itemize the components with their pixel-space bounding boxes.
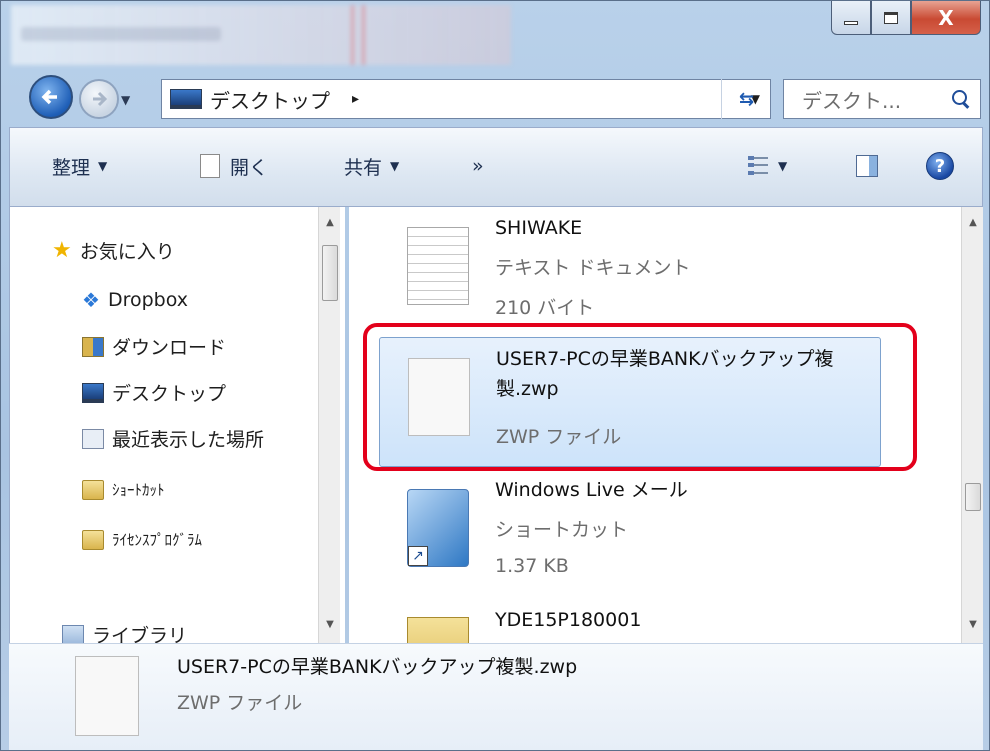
file-name: YDE15P180001 bbox=[495, 609, 642, 631]
document-icon bbox=[200, 154, 220, 178]
minimize-button[interactable] bbox=[831, 1, 871, 35]
chevron-down-icon: ▼ bbox=[778, 159, 788, 173]
more-label: » bbox=[472, 155, 484, 177]
nav-item-desktop[interactable]: デスクトップ bbox=[82, 379, 226, 406]
search-icon[interactable] bbox=[952, 90, 970, 108]
nav-item-recent-places[interactable]: 最近表示した場所 bbox=[82, 425, 264, 452]
help-button[interactable]: ? bbox=[926, 148, 954, 184]
file-type: ZWP ファイル bbox=[496, 426, 622, 448]
file-list-pane: SHIWAKE テキスト ドキュメント 210 バイト USER7-PCの早業B… bbox=[349, 207, 983, 643]
nav-favorites[interactable]: ★ お気に入り bbox=[52, 237, 175, 264]
folder-icon bbox=[82, 479, 104, 500]
navigation-pane: ★ お気に入り ❖ Dropbox ダウンロード デスクトップ 最近表示した場所… bbox=[9, 207, 345, 643]
file-item-windows-live-mail[interactable]: ↗ Windows Live メール ショートカット 1.37 KB bbox=[379, 469, 881, 599]
share-label: 共有 bbox=[344, 156, 383, 179]
preview-pane-icon bbox=[856, 155, 878, 177]
recent-places-icon bbox=[82, 428, 104, 449]
scrollbar-thumb[interactable] bbox=[322, 245, 338, 301]
nav-item-license-programs[interactable]: ﾗｲｾﾝｽﾌﾟﾛｸﾞﾗﾑ bbox=[82, 529, 202, 550]
star-icon: ★ bbox=[52, 237, 72, 263]
minimize-icon bbox=[844, 20, 858, 25]
nav-item-label: Dropbox bbox=[107, 289, 188, 311]
search-placeholder: デスクト... bbox=[802, 88, 902, 113]
forward-arrow-icon bbox=[93, 91, 108, 107]
nav-item-label: ﾗｲｾﾝｽﾌﾟﾛｸﾞﾗﾑ bbox=[112, 531, 203, 549]
nav-item-label: デスクトップ bbox=[112, 383, 227, 405]
blank-file-icon bbox=[75, 656, 139, 736]
file-item-zwp-selected[interactable]: USER7-PCの早業BANKバックアップ複製.zwp ZWP ファイル bbox=[379, 337, 881, 467]
details-file-name: USER7-PCの早業BANKバックアップ複製.zwp bbox=[177, 656, 578, 678]
back-button[interactable] bbox=[29, 75, 73, 119]
library-icon bbox=[62, 624, 84, 643]
folder-icon bbox=[407, 617, 469, 643]
chevron-down-icon: ▼ bbox=[390, 159, 400, 173]
forward-button[interactable] bbox=[79, 79, 119, 119]
open-label: 開く bbox=[230, 156, 269, 179]
file-item-shiwake[interactable]: SHIWAKE テキスト ドキュメント 210 バイト bbox=[379, 207, 881, 337]
blank-file-icon bbox=[408, 358, 470, 436]
file-name: Windows Live メール bbox=[495, 479, 688, 501]
nav-item-label: 最近表示した場所 bbox=[112, 429, 265, 451]
preview-pane-button[interactable] bbox=[856, 148, 878, 184]
maximize-icon bbox=[884, 11, 898, 24]
nav-library-label: ライブラリ bbox=[92, 625, 188, 643]
command-bar: 整理 ▼ 開く 共有 ▼ » ▼ ? bbox=[9, 127, 983, 207]
back-arrow-icon bbox=[41, 89, 57, 105]
refresh-button[interactable]: ⇆ bbox=[721, 79, 771, 119]
nav-pane-scrollbar[interactable]: ▲ ▼ bbox=[318, 207, 340, 643]
refresh-icon: ⇆ bbox=[738, 88, 755, 110]
file-type: テキスト ドキュメント bbox=[495, 257, 691, 279]
text-document-icon bbox=[407, 227, 469, 305]
scroll-up-arrow-icon[interactable]: ▲ bbox=[962, 211, 983, 233]
organize-label: 整理 bbox=[52, 156, 91, 179]
desktop-icon bbox=[170, 89, 202, 109]
view-options-icon bbox=[748, 156, 770, 176]
dropbox-icon: ❖ bbox=[82, 288, 100, 312]
nav-item-dropbox[interactable]: ❖ Dropbox bbox=[82, 289, 188, 311]
file-size: 210 バイト bbox=[495, 297, 595, 319]
file-size: 1.37 KB bbox=[495, 555, 569, 577]
nav-favorites-label: お気に入り bbox=[79, 241, 175, 263]
details-pane: USER7-PCの早業BANKバックアップ複製.zwp ZWP ファイル bbox=[9, 643, 983, 750]
windows-live-mail-icon: ↗ bbox=[407, 489, 469, 567]
file-pane-scrollbar[interactable]: ▲ ▼ bbox=[961, 207, 983, 643]
caption-buttons: X bbox=[831, 1, 981, 35]
folder-icon bbox=[82, 529, 104, 550]
scroll-up-arrow-icon[interactable]: ▲ bbox=[319, 211, 341, 233]
address-row: ▼ デスクトップ ▸ ▼ ⇆ デスクト... bbox=[1, 65, 989, 127]
explorer-window: X ▼ デスクトップ ▸ ▼ ⇆ デスクト... 整理 ▼ 開く 共有 ▼ » … bbox=[0, 0, 990, 751]
share-menu[interactable]: 共有 ▼ bbox=[344, 148, 399, 184]
shortcut-arrow-icon: ↗ bbox=[408, 546, 428, 566]
help-icon: ? bbox=[926, 152, 954, 180]
nav-item-label: ダウンロード bbox=[112, 337, 227, 359]
scroll-down-arrow-icon[interactable]: ▼ bbox=[962, 613, 983, 635]
change-view-button[interactable]: ▼ bbox=[748, 148, 787, 184]
chevron-down-icon: ▼ bbox=[98, 159, 108, 173]
downloads-folder-icon bbox=[82, 336, 104, 357]
nav-item-downloads[interactable]: ダウンロード bbox=[82, 333, 226, 360]
scrollbar-thumb[interactable] bbox=[965, 483, 981, 511]
file-item-yde15p180001[interactable]: YDE15P180001 bbox=[379, 599, 881, 643]
close-icon: X bbox=[938, 5, 954, 30]
search-input[interactable]: デスクト... bbox=[783, 79, 981, 119]
file-name: SHIWAKE bbox=[495, 217, 583, 239]
file-type: ショートカット bbox=[495, 519, 629, 541]
address-bar[interactable]: デスクトップ ▸ ▼ bbox=[161, 79, 771, 119]
scroll-down-arrow-icon[interactable]: ▼ bbox=[319, 613, 341, 635]
recent-pages-dropdown[interactable]: ▼ bbox=[121, 93, 130, 107]
details-file-type: ZWP ファイル bbox=[177, 692, 303, 714]
nav-library[interactable]: ライブラリ bbox=[62, 621, 187, 643]
background-window-blur bbox=[11, 5, 511, 65]
open-button[interactable]: 開く bbox=[200, 148, 268, 184]
organize-menu[interactable]: 整理 ▼ bbox=[52, 148, 107, 184]
close-button[interactable]: X bbox=[911, 1, 981, 35]
nav-item-shortcut-folder[interactable]: ｼｮｰﾄｶｯﾄ bbox=[82, 479, 165, 500]
address-location[interactable]: デスクトップ bbox=[210, 85, 330, 114]
nav-item-label: ｼｮｰﾄｶｯﾄ bbox=[112, 481, 165, 499]
desktop-icon bbox=[82, 382, 104, 403]
maximize-button[interactable] bbox=[871, 1, 911, 35]
more-commands-button[interactable]: » bbox=[472, 148, 484, 184]
file-name: USER7-PCの早業BANKバックアップ複製.zwp bbox=[496, 348, 834, 401]
breadcrumb-chevron-icon[interactable]: ▸ bbox=[352, 91, 359, 107]
